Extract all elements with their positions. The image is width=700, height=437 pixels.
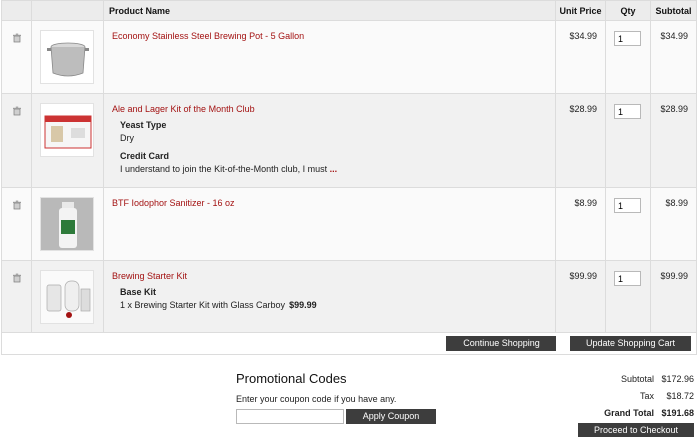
unit-price: $8.99 [555, 187, 606, 261]
qty-cell [605, 20, 651, 94]
product-image-cell [31, 260, 104, 333]
tax-value: $18.72 [666, 391, 694, 401]
remove-cell[interactable] [1, 187, 32, 261]
more-link[interactable]: ... [330, 164, 338, 174]
promo-hint: Enter your coupon code if you have any. [236, 394, 397, 404]
subtotal-header: Subtotal [650, 0, 697, 21]
subtotal-value: $172.96 [661, 374, 694, 384]
qty-input[interactable] [614, 271, 641, 286]
grand-total-value: $191.68 [661, 408, 694, 418]
cart-header-row: Product Name Unit Price Qty Subtotal [1, 0, 697, 21]
qty-input[interactable] [614, 198, 641, 213]
cart-actions: Continue Shopping Update Shopping Cart [1, 332, 697, 355]
remove-cell[interactable] [1, 93, 32, 188]
product-image-cell [31, 187, 104, 261]
product-image-cell [31, 20, 104, 94]
remove-cell[interactable] [1, 260, 32, 333]
cart-row: BTF Iodophor Sanitizer - 16 oz $8.99 $8.… [1, 187, 697, 261]
product-link[interactable]: Brewing Starter Kit [112, 271, 547, 281]
promo-title: Promotional Codes [236, 371, 347, 386]
product-cell: Ale and Lager Kit of the Month Club Yeas… [103, 93, 556, 188]
apply-coupon-button[interactable]: Apply Coupon [346, 409, 436, 424]
option-price: $99.99 [289, 300, 317, 310]
product-cell: BTF Iodophor Sanitizer - 16 oz [103, 187, 556, 261]
subtotal-label: Subtotal [620, 374, 654, 384]
tax-line: Tax $18.72 [534, 391, 694, 401]
unit-price: $99.99 [555, 260, 606, 333]
product-options: Base Kit 1 x Brewing Starter Kit with Gl… [112, 287, 547, 310]
product-cell: Brewing Starter Kit Base Kit 1 x Brewing… [103, 260, 556, 333]
qty-input[interactable] [614, 104, 641, 119]
unit-price-header: Unit Price [555, 0, 606, 21]
cart-actions-row: Continue Shopping Update Shopping Cart [1, 332, 697, 355]
option-value: Dry [120, 133, 134, 143]
option-label: Base Kit [120, 287, 157, 297]
brewing-pot-image[interactable] [40, 30, 94, 84]
option-value-row: 1 x Brewing Starter Kit with Glass Carbo… [120, 300, 547, 310]
remove-cell[interactable] [1, 20, 32, 94]
kit-box-image[interactable] [40, 103, 94, 157]
product-link[interactable]: Ale and Lager Kit of the Month Club [112, 104, 547, 114]
product-name-header: Product Name [103, 0, 556, 21]
checkout-button[interactable]: Proceed to Checkout [578, 423, 694, 437]
trash-icon[interactable] [12, 33, 21, 43]
row-subtotal: $28.99 [650, 93, 697, 188]
grand-total-label: Grand Total [604, 408, 654, 418]
continue-shopping-button[interactable]: Continue Shopping [446, 336, 557, 351]
qty-header: Qty [605, 0, 651, 21]
totals-section: Subtotal $172.96 Tax $18.72 Grand Total … [534, 374, 694, 437]
row-subtotal: $99.99 [650, 260, 697, 333]
product-options: Yeast Type Dry Credit Card I understand … [112, 120, 547, 174]
promo-section: Promotional Codes Enter your coupon code… [236, 371, 451, 437]
trash-icon[interactable] [12, 273, 21, 283]
product-cell: Economy Stainless Steel Brewing Pot - 5 … [103, 20, 556, 94]
option-value: 1 x Brewing Starter Kit with Glass Carbo… [120, 300, 286, 310]
option-label: Credit Card [120, 151, 170, 161]
grand-total-line: Grand Total $191.68 [534, 408, 694, 418]
qty-cell [605, 260, 651, 333]
cart-row: Ale and Lager Kit of the Month Club Yeas… [1, 93, 697, 188]
image-column-header [31, 0, 104, 21]
subtotal-line: Subtotal $172.96 [534, 374, 694, 384]
coupon-form: Apply Coupon [236, 409, 451, 424]
option-label: Yeast Type [120, 120, 167, 130]
cart-table: Product Name Unit Price Qty Subtotal Eco… [1, 0, 697, 355]
trash-icon[interactable] [12, 106, 21, 116]
product-link[interactable]: Economy Stainless Steel Brewing Pot - 5 … [112, 31, 547, 41]
product-link[interactable]: BTF Iodophor Sanitizer - 16 oz [112, 198, 547, 208]
tax-label: Tax [639, 391, 654, 401]
update-cart-button[interactable]: Update Shopping Cart [570, 336, 691, 351]
trash-icon[interactable] [12, 200, 21, 210]
qty-cell [605, 187, 651, 261]
qty-cell [605, 93, 651, 188]
cart-row: Economy Stainless Steel Brewing Pot - 5 … [1, 20, 697, 94]
qty-input[interactable] [614, 31, 641, 46]
unit-price: $34.99 [555, 20, 606, 94]
row-subtotal: $34.99 [650, 20, 697, 94]
sanitizer-bottle-image[interactable] [40, 197, 94, 251]
unit-price: $28.99 [555, 93, 606, 188]
cart-row: Brewing Starter Kit Base Kit 1 x Brewing… [1, 260, 697, 333]
remove-column-header [1, 0, 32, 21]
option-value-row: I understand to join the Kit-of-the-Mont… [120, 164, 547, 174]
row-subtotal: $8.99 [650, 187, 697, 261]
option-value: I understand to join the Kit-of-the-Mont… [120, 164, 328, 174]
product-image-cell [31, 93, 104, 188]
starter-kit-image[interactable] [40, 270, 94, 324]
coupon-input[interactable] [236, 409, 344, 424]
